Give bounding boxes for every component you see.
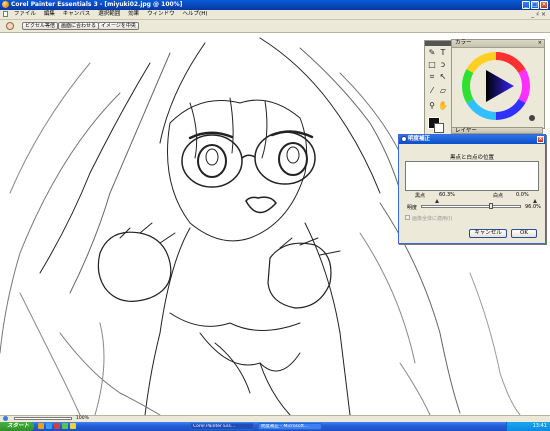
cancel-button[interactable]: キャンセル <box>469 229 507 238</box>
task-painter[interactable]: Corel Painter Ess... <box>190 423 254 430</box>
maximize-button[interactable]: □ <box>531 1 539 9</box>
system-tray: 13:41 <box>506 422 550 431</box>
text-icon[interactable]: T <box>438 48 448 58</box>
status-bar: 100% <box>0 415 550 422</box>
menu-canvas[interactable]: キャンバス <box>60 10 94 19</box>
color-panel-title: カラー <box>455 40 472 46</box>
quicklaunch-misc-icon[interactable] <box>70 423 76 429</box>
panel-close-icon[interactable]: × <box>538 40 542 47</box>
dialog-title-bar[interactable]: 明度補正 × <box>399 135 545 144</box>
menu-select[interactable]: 選択範囲 <box>95 10 123 19</box>
property-bar: ピクセル等倍 画面に合わせる イメージを中央 <box>0 20 550 33</box>
rect-select-icon[interactable]: □ <box>427 60 437 70</box>
toolbox-panel: ✎ T □ ↄ ⌗ ↖ ⁄ ▱ ⚲ ✋ <box>424 40 452 142</box>
close-button[interactable]: × <box>540 1 548 9</box>
dialog-icon <box>401 136 407 142</box>
dialog-close-button[interactable]: × <box>537 136 544 143</box>
title-bar: Corel Painter Essentials 3 - [miyuki02.j… <box>0 0 550 10</box>
document-window-controls[interactable]: _ ♯ × <box>531 10 546 19</box>
eraser-icon[interactable]: ▱ <box>438 86 448 96</box>
menu-effects[interactable]: 効果 <box>125 10 142 19</box>
window-title: Corel Painter Essentials 3 - [miyuki02.j… <box>11 1 183 8</box>
brightness-dialog: 明度補正 × 黒点と白点の位置 黒点 60.3% 白点 0.0% 明度 96.0… <box>398 134 546 244</box>
painter-app-icon <box>2 1 9 8</box>
fit-to-screen-button[interactable]: 画面に合わせる <box>58 22 100 30</box>
quicklaunch-ie-icon[interactable] <box>46 423 52 429</box>
clock: 13:41 <box>532 423 547 429</box>
magnifier-icon[interactable]: ⚲ <box>427 101 437 111</box>
apply-whole-image-checkbox[interactable] <box>405 215 410 220</box>
dialog-title: 明度補正 <box>408 136 431 142</box>
apply-whole-image-label: 画像全体に適用(I) <box>412 216 453 222</box>
color-wheel[interactable] <box>452 48 544 128</box>
secondary-color-swatch[interactable] <box>434 123 444 133</box>
quicklaunch-folder-icon[interactable] <box>38 423 44 429</box>
menu-bar: ファイル 編集 キャンバス 選択範囲 効果 ウィンドウ ヘルプ(H) _ ♯ × <box>0 10 550 20</box>
layer-panel-header[interactable]: レイヤー <box>451 127 543 134</box>
ok-button[interactable]: OK <box>511 229 537 238</box>
zoom-icon[interactable] <box>3 416 8 421</box>
hand-icon[interactable]: ✋ <box>438 101 448 111</box>
brightness-label: 明度 <box>407 205 418 211</box>
brightness-slider-thumb[interactable] <box>489 203 493 209</box>
dialog-caption: 黒点と白点の位置 <box>449 155 494 161</box>
menu-file[interactable]: ファイル <box>11 10 39 19</box>
brush-icon[interactable]: ✎ <box>427 48 437 58</box>
color-panel: カラー × <box>451 39 545 129</box>
document-icon[interactable] <box>3 11 8 17</box>
color-panel-header[interactable]: カラー × <box>452 40 544 48</box>
menu-edit[interactable]: 編集 <box>41 10 58 19</box>
center-image-button[interactable]: イメージを中央 <box>98 22 139 30</box>
start-button[interactable]: スタート <box>0 422 34 431</box>
quicklaunch-app-icon[interactable] <box>54 423 60 429</box>
zoom-slider[interactable] <box>14 417 72 420</box>
black-point-handle[interactable] <box>435 199 439 203</box>
histogram-box <box>405 161 539 191</box>
brightness-slider-track[interactable] <box>421 205 521 208</box>
black-point-label: 黒点 <box>415 193 426 199</box>
grabber-tool-icon <box>6 22 14 30</box>
transform-icon[interactable]: ↖ <box>438 72 448 82</box>
white-point-handle[interactable] <box>533 199 537 203</box>
task-dialog[interactable]: 明度補正 - Microsoft... <box>258 423 322 430</box>
minimize-button[interactable]: _ <box>522 1 530 9</box>
white-point-label: 白点 <box>493 193 504 199</box>
black-point-value: 60.3% <box>439 192 455 198</box>
dropper-icon[interactable]: ⁄ <box>427 86 437 96</box>
actual-pixels-button[interactable]: ピクセル等倍 <box>22 22 59 30</box>
white-point-value: 0.0% <box>516 192 529 198</box>
quicklaunch-media-icon[interactable] <box>62 423 68 429</box>
crop-icon[interactable]: ⌗ <box>427 72 437 82</box>
lasso-icon[interactable]: ↄ <box>438 60 448 70</box>
black-white-slider[interactable] <box>405 199 539 203</box>
menu-help[interactable]: ヘルプ(H) <box>180 10 211 19</box>
brightness-value: 96.0% <box>525 204 541 210</box>
taskbar: スタート Corel Painter Ess... 明度補正 - Microso… <box>0 422 550 431</box>
menu-window[interactable]: ウィンドウ <box>144 10 178 19</box>
toolbox-header[interactable] <box>425 41 451 46</box>
color-dropper-icon <box>529 115 535 121</box>
